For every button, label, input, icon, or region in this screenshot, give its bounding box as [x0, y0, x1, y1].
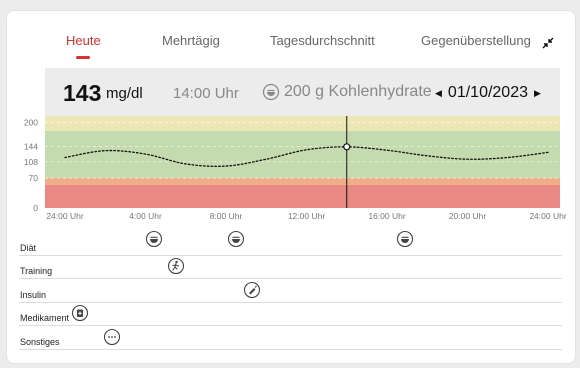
meal-icon[interactable] [227, 230, 245, 248]
tab-tagesdurchschnitt[interactable]: Tagesdurchschnitt [270, 33, 375, 48]
next-date-arrow-icon[interactable]: ▶ [534, 88, 541, 99]
x-tick-label: 12:00 Uhr [288, 211, 325, 221]
event-row-label: Insulin [20, 290, 47, 300]
date-navigator: ◀ 01/10/2023 ▶ [435, 84, 541, 102]
event-row-label: Sonstiges [20, 337, 60, 347]
x-tick-label: 24:00 Uhr [529, 211, 566, 221]
zone-target [45, 130, 560, 179]
y-tick-label: 144 [24, 141, 38, 151]
meal-icon[interactable] [145, 230, 163, 248]
event-row-label: Medikament [20, 313, 70, 323]
carb-amount: 200 g Kohlenhydrate [284, 83, 432, 100]
y-tick-label: 0 [33, 203, 38, 213]
x-tick-label: 24:00 Uhr [46, 211, 83, 221]
glucose-chart[interactable]: 200 144 108 70 0 24:00 Uhr 4:00 Uhr 8:00 Uhr 12:… [0, 116, 580, 221]
reading-time: 14:00 Uhr [173, 85, 239, 102]
tab-mehrtaegig[interactable]: Mehrtägig [162, 33, 220, 48]
tab-bar: Heute Mehrtägig Tagesdurchschnitt Gegenü… [0, 33, 580, 51]
insulin-pen-icon[interactable] [243, 281, 261, 299]
current-date: 01/10/2023 [447, 84, 528, 101]
event-row-5: Sonstiges [19, 325, 562, 350]
event-row-label: Training [20, 266, 53, 276]
meal-icon[interactable] [396, 230, 414, 248]
event-row-1: Diät [19, 229, 562, 256]
x-tick-label: 4:00 Uhr [129, 211, 162, 221]
carb-summary: 200 g Kohlenhydrate [262, 83, 432, 101]
event-row-4: Medikament [19, 302, 562, 326]
reading-panel: 143 mg/dl 14:00 Uhr 200 g Kohlenhydrate … [45, 68, 560, 116]
selected-point-marker[interactable] [343, 143, 351, 151]
glucose-value: 143 [63, 80, 102, 106]
medication-icon[interactable] [71, 304, 89, 322]
x-tick-label: 20:00 Uhr [449, 211, 486, 221]
collapse-icon[interactable] [540, 35, 556, 51]
y-tick-label: 70 [29, 173, 39, 183]
y-tick-label: 200 [24, 117, 38, 127]
event-row-2: Training [19, 254, 562, 279]
zone-very-low [45, 184, 560, 208]
tab-gegenueberstellung[interactable]: Gegenüberstellung [421, 33, 531, 48]
event-row-label: Diät [20, 243, 37, 253]
x-tick-label: 16:00 Uhr [368, 211, 405, 221]
x-tick-label: 8:00 Uhr [210, 211, 243, 221]
prev-date-arrow-icon[interactable]: ◀ [435, 88, 442, 99]
event-row-3: Insulin [19, 278, 562, 303]
y-tick-label: 108 [24, 157, 38, 167]
glucose-unit: mg/dl [106, 85, 143, 102]
zone-high [45, 116, 560, 131]
zone-low [45, 178, 560, 185]
active-tab-indicator [76, 56, 90, 59]
running-icon[interactable] [167, 257, 185, 275]
tab-heute[interactable]: Heute [66, 33, 101, 48]
more-icon[interactable] [103, 328, 121, 346]
meal-icon [262, 83, 280, 101]
